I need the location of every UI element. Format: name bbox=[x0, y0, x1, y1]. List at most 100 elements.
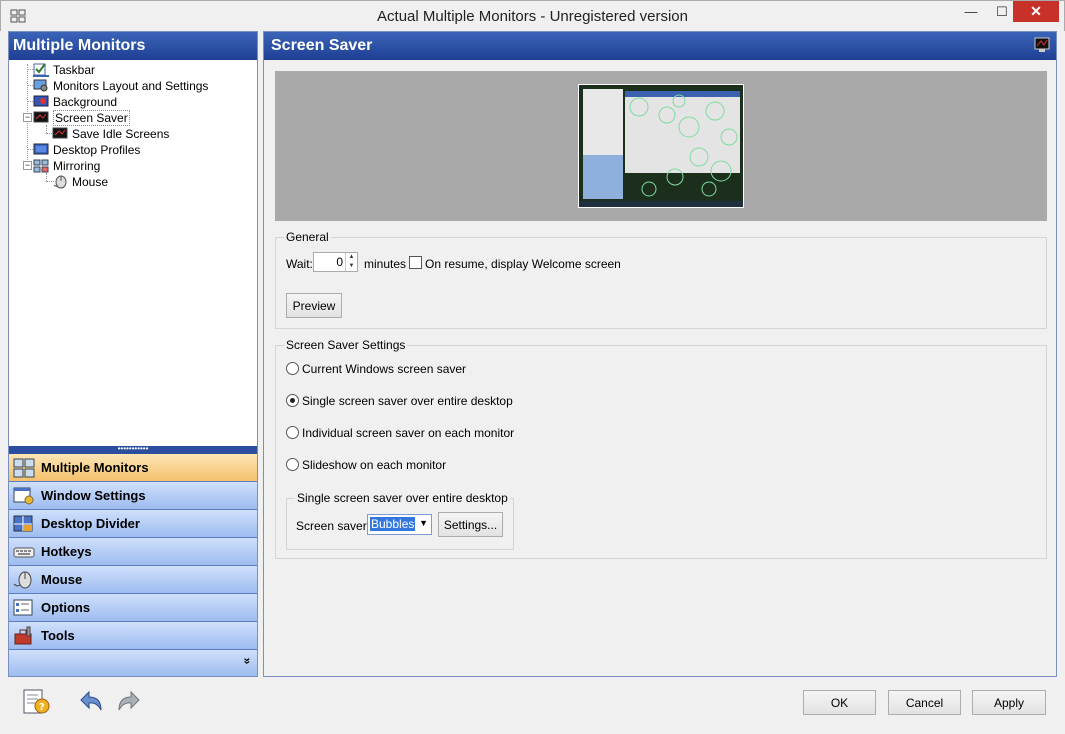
multiple-monitors-icon bbox=[13, 458, 35, 477]
hotkeys-icon bbox=[13, 547, 35, 557]
title-bar: Actual Multiple Monitors - Unregistered … bbox=[0, 0, 1065, 31]
screen-saver-preview-image bbox=[578, 84, 744, 208]
nav-hotkeys[interactable]: Hotkeys bbox=[9, 538, 257, 566]
left-panel-header: Multiple Monitors bbox=[9, 32, 257, 60]
screen-saver-select-value: Bubbles bbox=[370, 517, 416, 531]
nav-label: Multiple Monitors bbox=[41, 460, 149, 475]
tree-item-monitors-layout[interactable]: Monitors Layout and Settings bbox=[33, 78, 208, 94]
spinner-arrows-icon[interactable]: ▲ ▼ bbox=[345, 253, 357, 271]
tree-item-screen-saver[interactable]: Screen Saver bbox=[33, 110, 130, 126]
tree-connector bbox=[46, 173, 47, 181]
tree-item-background[interactable]: Background bbox=[33, 94, 117, 110]
monitor-settings-icon bbox=[33, 79, 48, 92]
window-settings-icon bbox=[13, 487, 34, 504]
nav-desktop-divider[interactable]: Desktop Divider bbox=[9, 510, 257, 538]
screen-saver-expander[interactable]: − bbox=[23, 113, 32, 122]
screen-saver-settings-group: Screen Saver Settings Current Windows sc… bbox=[275, 338, 1047, 559]
preview-button[interactable]: Preview bbox=[286, 293, 342, 318]
mirroring-expander[interactable]: − bbox=[23, 161, 32, 170]
radio-current-windows-label: Current Windows screen saver bbox=[302, 362, 467, 376]
tree-item-label: Monitors Layout and Settings bbox=[53, 79, 209, 93]
nav-label: Window Settings bbox=[41, 488, 146, 503]
resume-welcome-checkbox[interactable] bbox=[409, 256, 422, 269]
tree-item-label: Screen Saver bbox=[53, 110, 130, 126]
svg-text:?: ? bbox=[39, 702, 45, 713]
nav-tools[interactable]: Tools bbox=[9, 622, 257, 650]
radio-slideshow-label: Slideshow on each monitor bbox=[302, 458, 447, 472]
tree-item-label: Save Idle Screens bbox=[72, 127, 170, 141]
screen-saver-icon bbox=[33, 111, 49, 123]
taskbar-checkbox-icon bbox=[33, 63, 49, 77]
screen-saver-icon bbox=[1034, 37, 1050, 52]
wait-label: Wait: bbox=[286, 257, 313, 271]
settings-tree: − − Taskbar Monitors Layout and Settings… bbox=[9, 60, 257, 446]
nav-label: Options bbox=[41, 600, 91, 615]
undo-icon[interactable] bbox=[75, 688, 105, 716]
radio-current-windows[interactable] bbox=[286, 362, 299, 375]
tree-item-label: Mouse bbox=[72, 175, 109, 189]
general-group-title: General bbox=[284, 230, 331, 244]
chevron-down-icon[interactable]: ▼ bbox=[419, 518, 428, 528]
tree-item-label: Desktop Profiles bbox=[53, 143, 141, 157]
single-screen-saver-subgroup-title: Single screen saver over entire desktop bbox=[295, 491, 510, 505]
right-panel: Screen Saver General Wait: 0 ▲ ▼ minutes… bbox=[263, 31, 1057, 677]
mouse-icon bbox=[53, 175, 67, 189]
nav-options[interactable]: Options bbox=[9, 594, 257, 622]
tree-connector bbox=[46, 125, 47, 133]
cancel-button[interactable]: Cancel bbox=[888, 690, 961, 715]
wait-minutes-value: 0 bbox=[336, 255, 343, 269]
nav-mouse[interactable]: Mouse bbox=[9, 566, 257, 594]
nav-window-settings[interactable]: Window Settings bbox=[9, 482, 257, 510]
tree-item-mouse[interactable]: Mouse bbox=[52, 174, 108, 190]
general-group: General Wait: 0 ▲ ▼ minutes On resume, di… bbox=[275, 230, 1047, 329]
ok-button[interactable]: OK bbox=[803, 690, 876, 715]
tree-item-label: Mirroring bbox=[53, 159, 101, 173]
navigation-bar: Multiple Monitors Window Settings Deskto… bbox=[9, 454, 257, 650]
wait-minutes-spinner[interactable]: 0 ▲ ▼ bbox=[313, 252, 358, 272]
maximize-button[interactable]: ☐ bbox=[989, 1, 1015, 22]
resume-welcome-label: On resume, display Welcome screen bbox=[425, 257, 621, 271]
radio-individual-screen-saver-label: Individual screen saver on each monitor bbox=[302, 426, 515, 440]
save-idle-screens-icon bbox=[52, 127, 68, 139]
window-title: Actual Multiple Monitors - Unregistered … bbox=[377, 8, 688, 25]
tree-item-mirroring[interactable]: Mirroring bbox=[33, 158, 100, 174]
help-icon[interactable]: ? bbox=[21, 688, 51, 716]
nav-label: Hotkeys bbox=[41, 544, 92, 559]
screen-saver-select[interactable]: Bubbles ▼ bbox=[367, 514, 432, 535]
tree-item-save-idle-screens[interactable]: Save Idle Screens bbox=[52, 126, 169, 142]
tree-item-desktop-profiles[interactable]: Desktop Profiles bbox=[33, 142, 140, 158]
redo-icon[interactable] bbox=[115, 688, 145, 716]
options-icon bbox=[13, 599, 33, 615]
radio-single-screen-saver[interactable] bbox=[286, 394, 299, 407]
nav-label: Tools bbox=[41, 628, 75, 643]
nav-label: Desktop Divider bbox=[41, 516, 140, 531]
background-icon bbox=[33, 95, 49, 107]
tools-icon bbox=[14, 626, 32, 644]
desktop-profiles-icon bbox=[33, 143, 49, 155]
minimize-button[interactable]: — bbox=[958, 1, 984, 22]
mirroring-icon bbox=[33, 159, 49, 173]
apply-button[interactable]: Apply bbox=[972, 690, 1046, 715]
page-title: Screen Saver bbox=[271, 37, 373, 54]
tree-item-label: Taskbar bbox=[53, 63, 96, 77]
screen-saver-preview-area bbox=[275, 71, 1047, 221]
right-panel-header: Screen Saver bbox=[264, 32, 1056, 60]
radio-single-screen-saver-label: Single screen saver over entire desktop bbox=[302, 394, 513, 408]
minutes-label: minutes bbox=[364, 257, 407, 271]
single-screen-saver-subgroup: Single screen saver over entire desktop … bbox=[286, 491, 514, 550]
screen-saver-label: Screen saver: bbox=[296, 519, 371, 533]
panel-splitter[interactable]: ••••••••••• bbox=[9, 445, 257, 454]
nav-overflow-bar: » bbox=[9, 650, 257, 676]
screen-saver-settings-button[interactable]: Settings... bbox=[438, 512, 503, 537]
tree-item-taskbar[interactable]: Taskbar bbox=[33, 62, 95, 78]
radio-slideshow[interactable] bbox=[286, 458, 299, 471]
nav-multiple-monitors[interactable]: Multiple Monitors bbox=[9, 454, 257, 482]
desktop-divider-icon bbox=[13, 515, 33, 531]
close-button[interactable]: ✕ bbox=[1013, 1, 1059, 22]
chevron-down-icon[interactable]: » bbox=[241, 658, 255, 665]
radio-individual-screen-saver[interactable] bbox=[286, 426, 299, 439]
mouse-icon bbox=[13, 571, 32, 588]
tree-item-label: Background bbox=[53, 95, 118, 109]
left-panel: Multiple Monitors − − Taskbar Monitors L… bbox=[8, 31, 258, 677]
nav-label: Mouse bbox=[41, 572, 83, 587]
